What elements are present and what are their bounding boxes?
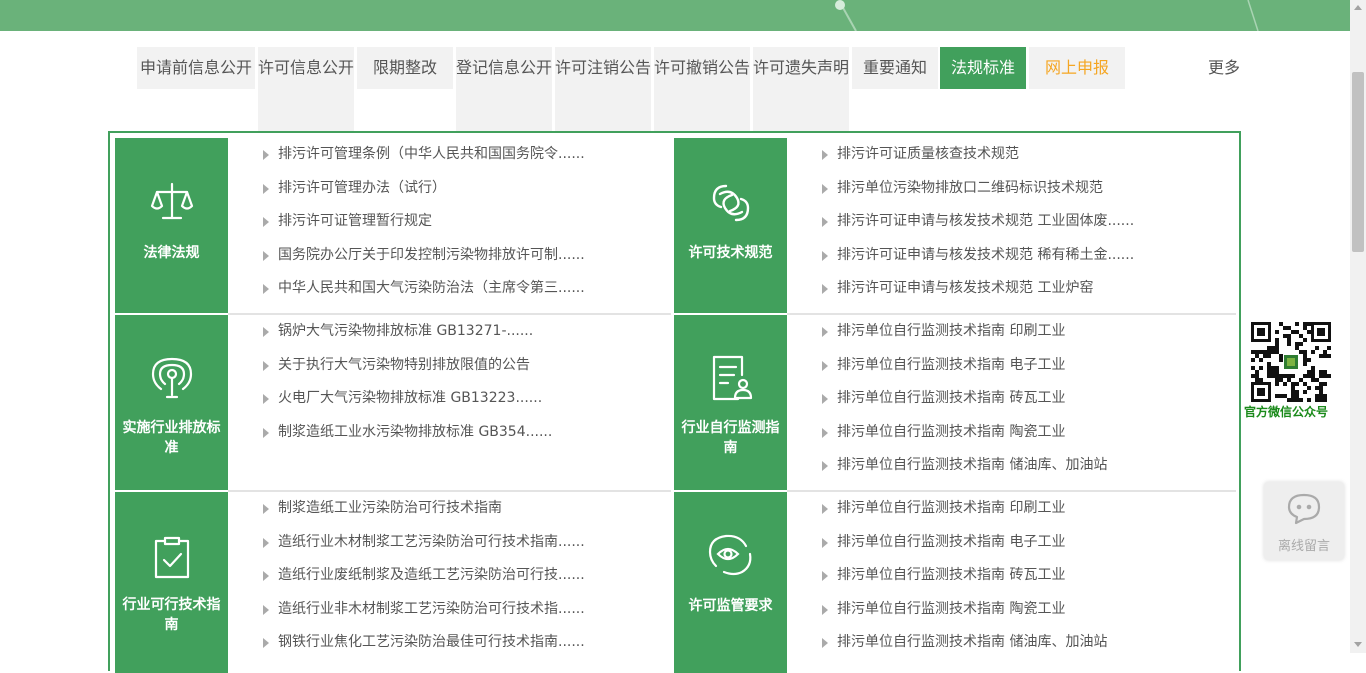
tab-registration-disclosure[interactable]: 登记信息公开 bbox=[456, 47, 552, 131]
top-banner bbox=[0, 0, 1350, 31]
tab-revocation-notice[interactable]: 许可撤销公告 bbox=[654, 47, 750, 131]
location-signal-icon bbox=[115, 355, 228, 401]
category-emission-standards-label: 实施行业排放标准 bbox=[122, 420, 221, 456]
laws-list: 排污许可管理条例（中华人民共和国国务院令...... 排污许可管理办法（试行） … bbox=[260, 138, 660, 306]
banner-decoration bbox=[835, 0, 1259, 31]
tab-important-notice[interactable]: 重要通知 bbox=[852, 47, 938, 89]
list-item[interactable]: 排污单位污染物排放口二维码标识技术规范 bbox=[819, 172, 1229, 206]
eye-shield-icon bbox=[674, 532, 787, 578]
feasible-tech-list: 制浆造纸工业污染防治可行技术指南 造纸行业木材制浆工艺污染防治可行技术指南...… bbox=[260, 492, 660, 660]
list-item[interactable]: 排污单位自行监测技术指南 电子工业 bbox=[819, 526, 1229, 560]
list-item[interactable]: 造纸行业非木材制浆工艺污染防治可行技术指...... bbox=[260, 593, 660, 627]
list-item[interactable]: 排污单位自行监测技术指南 砖瓦工业 bbox=[819, 559, 1229, 593]
regulations-panel: 法律法规 排污许可管理条例（中华人民共和国国务院令...... 排污许可管理办法… bbox=[108, 131, 1241, 673]
list-item[interactable]: 排污单位自行监测技术指南 砖瓦工业 bbox=[819, 382, 1229, 416]
scales-icon bbox=[115, 180, 228, 226]
category-feasible-tech-label: 行业可行技术指南 bbox=[122, 597, 221, 633]
category-emission-standards[interactable]: 实施行业排放标准 bbox=[115, 315, 228, 490]
tech-specs-list: 排污许可证质量核查技术规范 排污单位污染物排放口二维码标识技术规范 排污许可证申… bbox=[819, 138, 1229, 306]
list-item[interactable]: 国务院办公厅关于印发控制污染物排放许可制...... bbox=[260, 239, 660, 273]
list-item[interactable]: 排污单位自行监测技术指南 储油库、加油站 bbox=[819, 626, 1229, 660]
list-item[interactable]: 排污许可证管理暂行规定 bbox=[260, 205, 660, 239]
offline-message-button[interactable]: 离线留言 bbox=[1264, 482, 1344, 560]
list-item[interactable]: 关于执行大气污染物特别排放限值的公告 bbox=[260, 349, 660, 383]
category-laws-label: 法律法规 bbox=[143, 245, 200, 261]
scroll-up-icon[interactable] bbox=[1354, 5, 1362, 10]
category-self-monitoring[interactable]: 行业自行监测指南 bbox=[674, 315, 787, 490]
list-item[interactable]: 排污单位自行监测技术指南 陶瓷工业 bbox=[819, 593, 1229, 627]
list-item[interactable]: 排污单位自行监测技术指南 陶瓷工业 bbox=[819, 416, 1229, 450]
list-item[interactable]: 锅炉大气污染物排放标准 GB13271-...... bbox=[260, 315, 660, 349]
list-item[interactable]: 钢铁行业焦化工艺污染防治最佳可行技术指南...... bbox=[260, 626, 660, 660]
qr-caption: 官方微信公众号 bbox=[1244, 405, 1329, 419]
category-feasible-tech[interactable]: 行业可行技术指南 bbox=[115, 492, 228, 673]
category-tech-specs-label: 许可技术规范 bbox=[688, 245, 773, 261]
page-scrollbar[interactable] bbox=[1350, 0, 1366, 653]
list-item[interactable]: 造纸行业木材制浆工艺污染防治可行技术指南...... bbox=[260, 526, 660, 560]
scroll-thumb[interactable] bbox=[1352, 72, 1364, 252]
list-item[interactable]: 排污许可证质量核查技术规范 bbox=[819, 138, 1229, 172]
list-item[interactable]: 造纸行业废纸制浆及造纸工艺污染防治可行技...... bbox=[260, 559, 660, 593]
category-tech-specs[interactable]: 许可技术规范 bbox=[674, 138, 787, 313]
supervision-list: 排污单位自行监测技术指南 印刷工业 排污单位自行监测技术指南 电子工业 排污单位… bbox=[819, 492, 1229, 660]
tab-online-application[interactable]: 网上申报 bbox=[1029, 47, 1125, 89]
wechat-qr-code bbox=[1249, 320, 1333, 404]
category-laws[interactable]: 法律法规 bbox=[115, 138, 228, 313]
clipboard-check-icon bbox=[115, 536, 228, 580]
list-item[interactable]: 中华人民共和国大气污染防治法（主席令第三...... bbox=[260, 272, 660, 306]
list-item[interactable]: 制浆造纸工业水污染物排放标准 GB354...... bbox=[260, 416, 660, 450]
list-item[interactable]: 排污许可管理条例（中华人民共和国国务院令...... bbox=[260, 138, 660, 172]
list-item[interactable]: 排污单位自行监测技术指南 电子工业 bbox=[819, 349, 1229, 383]
list-item[interactable]: 排污单位自行监测技术指南 印刷工业 bbox=[819, 492, 1229, 526]
scroll-down-icon[interactable] bbox=[1354, 642, 1362, 647]
tab-regulations-standards[interactable]: 法规标准 bbox=[940, 47, 1026, 89]
category-supervision[interactable]: 许可监管要求 bbox=[674, 492, 787, 673]
tab-permit-info-disclosure[interactable]: 许可信息公开 bbox=[258, 47, 354, 131]
link-icon bbox=[674, 178, 787, 228]
list-item[interactable]: 排污单位自行监测技术指南 印刷工业 bbox=[819, 315, 1229, 349]
category-supervision-label: 许可监管要求 bbox=[688, 598, 773, 614]
more-link[interactable]: 更多 bbox=[1208, 47, 1240, 89]
tab-loss-statement[interactable]: 许可遗失声明 bbox=[753, 47, 849, 131]
list-item[interactable]: 排污许可证申请与核发技术规范 工业固体废...... bbox=[819, 205, 1229, 239]
tab-rectification[interactable]: 限期整改 bbox=[357, 47, 453, 89]
list-item[interactable]: 火电厂大气污染物排放标准 GB13223...... bbox=[260, 382, 660, 416]
document-person-icon bbox=[674, 353, 787, 403]
list-item[interactable]: 制浆造纸工业污染防治可行技术指南 bbox=[260, 492, 660, 526]
chat-bubble-icon bbox=[1286, 492, 1322, 530]
list-item[interactable]: 排污单位自行监测技术指南 储油库、加油站 bbox=[819, 449, 1229, 483]
category-self-monitoring-label: 行业自行监测指南 bbox=[681, 420, 780, 456]
list-item[interactable]: 排污许可证申请与核发技术规范 工业炉窑 bbox=[819, 272, 1229, 306]
chat-label: 离线留言 bbox=[1277, 539, 1330, 554]
tab-cancellation-notice[interactable]: 许可注销公告 bbox=[555, 47, 651, 131]
list-item[interactable]: 排污许可证申请与核发技术规范 稀有稀土金...... bbox=[819, 239, 1229, 273]
emission-standards-list: 锅炉大气污染物排放标准 GB13271-...... 关于执行大气污染物特别排放… bbox=[260, 315, 660, 449]
self-monitoring-list: 排污单位自行监测技术指南 印刷工业 排污单位自行监测技术指南 电子工业 排污单位… bbox=[819, 315, 1229, 483]
list-item[interactable]: 排污许可管理办法（试行） bbox=[260, 172, 660, 206]
tab-pre-application-disclosure[interactable]: 申请前信息公开 bbox=[137, 47, 255, 89]
